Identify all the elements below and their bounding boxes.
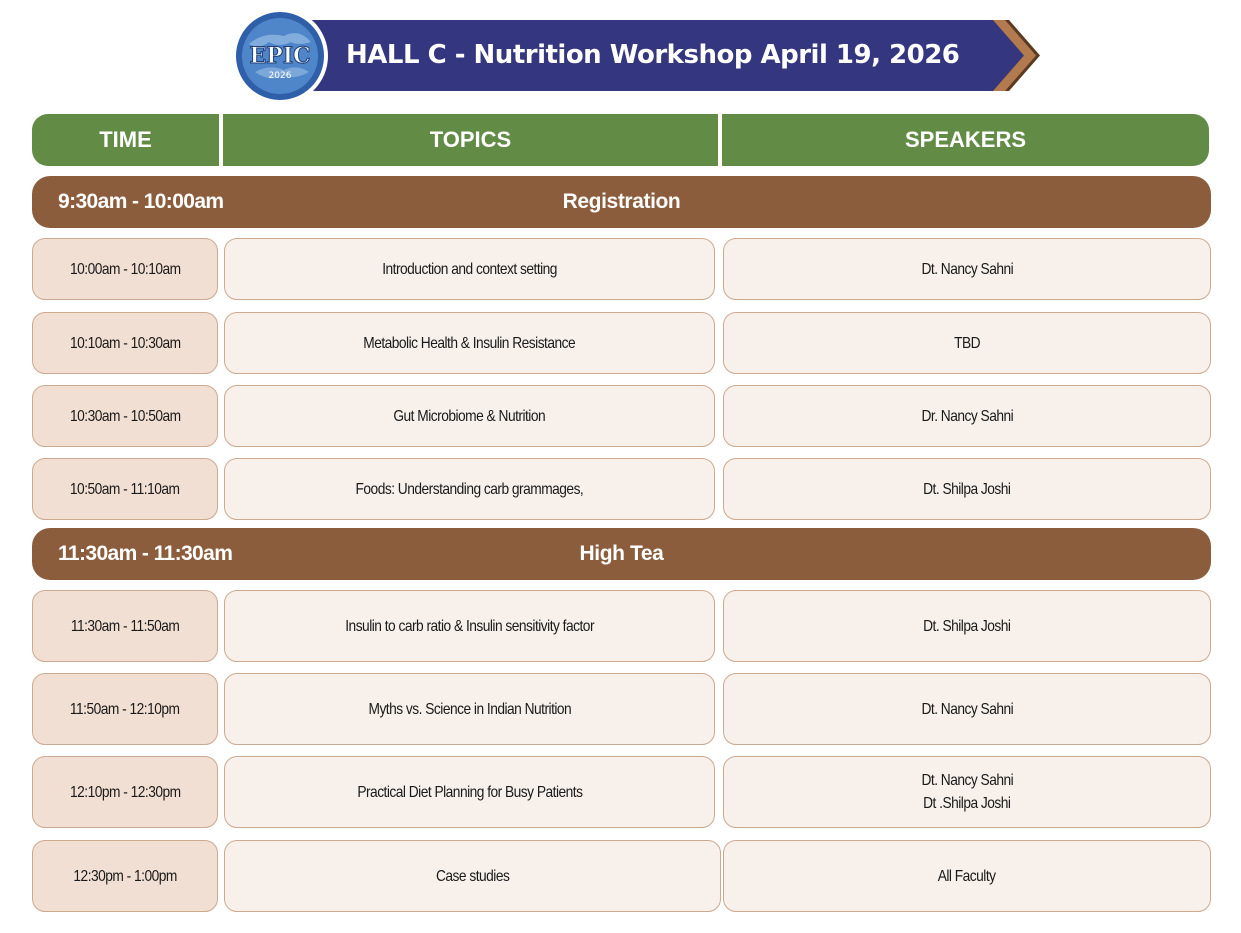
logo-year: 2026: [269, 71, 292, 81]
session-time: 12:10pm - 12:30pm: [32, 756, 218, 828]
session-speaker: Dt. Nancy Sahni: [723, 673, 1211, 745]
session-topic: Myths vs. Science in Indian Nutrition: [224, 673, 715, 745]
session-topic: Metabolic Health & Insulin Resistance: [224, 312, 715, 374]
break-row-high-tea: High Tea 11:30am - 11:30am: [32, 528, 1211, 580]
session-topic: Gut Microbiome & Nutrition: [224, 385, 715, 447]
session-speaker: Dt. Nancy Sahni: [723, 238, 1211, 300]
session-time: 11:30am - 11:50am: [32, 590, 218, 662]
session-time: 10:30am - 10:50am: [32, 385, 218, 447]
banner-arrow-icon: [985, 20, 1040, 91]
speaker-name: Dt. Nancy Sahni: [921, 772, 1013, 789]
break-row-registration: Registration 9:30am - 10:00am: [32, 176, 1211, 228]
break-time: 9:30am - 10:00am: [58, 190, 224, 213]
break-time: 11:30am - 11:30am: [58, 542, 233, 565]
session-speaker: Dt. Nancy Sahni Dt .Shilpa Joshi: [723, 756, 1211, 828]
session-speaker: Dr. Nancy Sahni: [723, 385, 1211, 447]
session-speaker: Dt. Shilpa Joshi: [723, 458, 1211, 520]
logo-text: EPIC: [249, 43, 310, 69]
session-time: 12:30pm - 1:00pm: [32, 840, 218, 912]
session-topic: Practical Diet Planning for Busy Patient…: [224, 756, 715, 828]
session-topic: Insulin to carb ratio & Insulin sensitiv…: [224, 590, 715, 662]
session-time: 10:10am - 10:30am: [32, 312, 218, 374]
speaker-name: Dt .Shilpa Joshi: [923, 795, 1011, 812]
session-speaker: All Faculty: [723, 840, 1211, 912]
epic-logo-icon: EPIC 2026: [232, 8, 328, 104]
header-speakers: SPEAKERS: [722, 114, 1209, 166]
session-time: 11:50am - 12:10pm: [32, 673, 218, 745]
session-topic: Introduction and context setting: [224, 238, 715, 300]
page-title: HALL C - Nutrition Workshop April 19, 20…: [346, 40, 960, 70]
session-speaker: Dt. Shilpa Joshi: [723, 590, 1211, 662]
header-time: TIME: [32, 114, 219, 166]
session-speaker: TBD: [723, 312, 1211, 374]
session-topic: Foods: Understanding carb grammages,: [224, 458, 715, 520]
session-time: 10:00am - 10:10am: [32, 238, 218, 300]
session-topic: Case studies: [224, 840, 721, 912]
session-time: 10:50am - 11:10am: [32, 458, 218, 520]
header-topics: TOPICS: [223, 114, 718, 166]
